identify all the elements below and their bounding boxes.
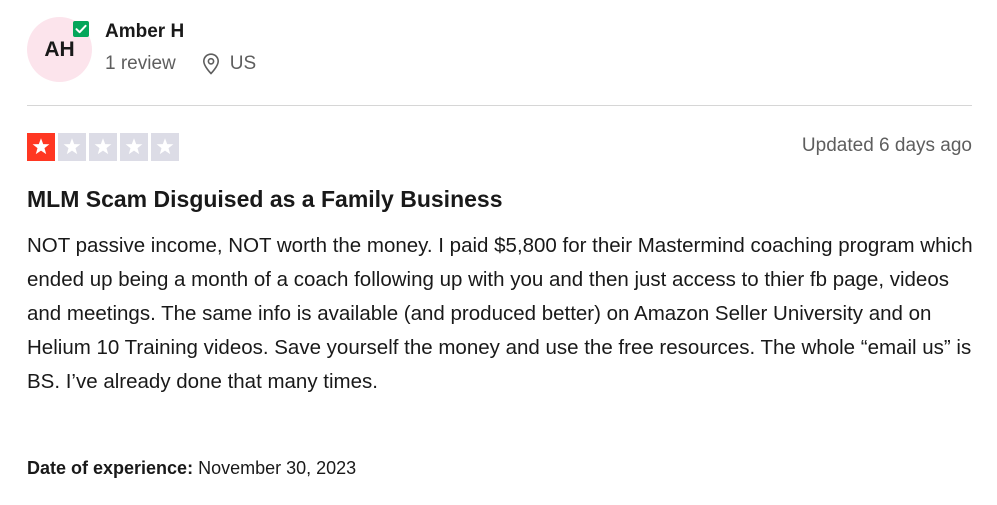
avatar-initials: AH (44, 37, 75, 61)
experience-label: Date of experience: (27, 458, 194, 478)
experience-date: November 30, 2023 (198, 458, 357, 478)
location-pin-icon (202, 53, 220, 75)
star-icon (27, 133, 55, 161)
reviewer-country: US (229, 53, 257, 74)
verified-check-icon (73, 21, 89, 37)
review-updated-date: Updated 6 days ago (801, 135, 972, 156)
reviewer-meta: 1 review US (105, 53, 256, 75)
star-rating (27, 133, 179, 161)
divider (27, 105, 972, 106)
review-title[interactable]: MLM Scam Disguised as a Family Business (27, 186, 503, 213)
star-icon (151, 133, 179, 161)
star-icon (120, 133, 148, 161)
reviewer-name[interactable]: Amber H (105, 21, 184, 43)
review-count: 1 review (105, 53, 176, 74)
star-icon (58, 133, 86, 161)
reviewer-header: AH Amber H 1 review US (27, 17, 972, 83)
review-body: NOT passive income, NOT worth the money.… (27, 234, 973, 393)
star-icon (89, 133, 117, 161)
date-of-experience: Date of experience: November 30, 2023 (27, 458, 356, 479)
